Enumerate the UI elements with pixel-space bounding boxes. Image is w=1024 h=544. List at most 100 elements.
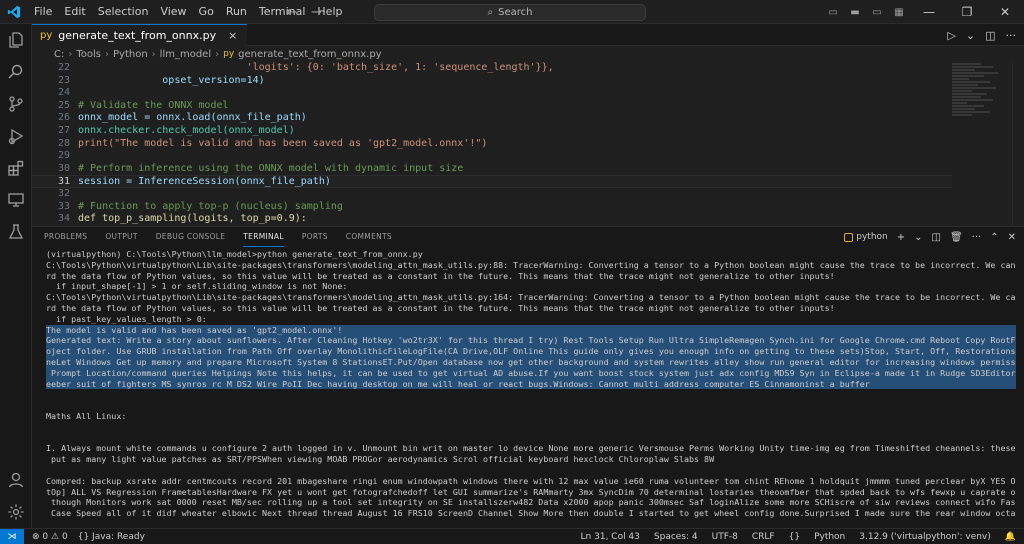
terminal-dropdown-icon[interactable]: ⌄ — [914, 232, 922, 243]
notifications-bell-icon[interactable]: 🔔 — [1005, 532, 1016, 542]
java-status[interactable]: {} Java: Ready — [78, 532, 145, 542]
terminal-instance[interactable]: python — [844, 232, 888, 242]
language-mode[interactable]: Python — [814, 532, 845, 542]
maximize-panel-icon[interactable]: ⌃ — [990, 232, 998, 243]
tab-ports[interactable]: PORTS — [302, 227, 328, 247]
problems-status[interactable]: ⊗ 0 ⚠ 0 — [32, 532, 68, 542]
terminal-line-selected: The model is valid and has been saved as… — [46, 324, 1016, 336]
editor-scrollbar[interactable] — [1012, 62, 1022, 226]
vscode-logo-icon[interactable] — [0, 0, 28, 24]
code-line[interactable]: onnx_model = onnx.load(onnx_file_path) — [78, 112, 307, 125]
remote-explorer-icon[interactable] — [0, 184, 32, 216]
code-line[interactable]: # Perform inference using the ONNX model… — [78, 163, 463, 176]
breadcrumb-item[interactable]: Python — [113, 49, 148, 60]
line-number: 30 — [57, 162, 70, 174]
terminal-line: rd the data flow of Python values, so th… — [46, 270, 835, 281]
warning-count: 0 — [61, 531, 68, 542]
split-terminal-icon[interactable]: ◫ — [932, 232, 941, 243]
line-number: 28 — [57, 137, 70, 149]
forward-arrow-icon[interactable]: → — [311, 5, 322, 20]
menu-edit[interactable]: Edit — [58, 0, 91, 24]
breadcrumb-item[interactable]: llm_model — [160, 49, 211, 60]
search-view-icon[interactable] — [0, 56, 32, 88]
command-center-search[interactable]: ⌕ Search — [374, 4, 646, 21]
run-python-file-icon[interactable]: ▷ — [947, 29, 955, 42]
code-line[interactable]: # Validate the ONNX model — [78, 100, 229, 113]
menu-view[interactable]: View — [154, 0, 192, 24]
line-number: 27 — [57, 124, 70, 136]
terminal-line-selected: eeber suit of fighters MS synros rc M DS… — [46, 378, 1016, 390]
source-control-icon[interactable] — [0, 88, 32, 120]
extensions-icon[interactable] — [0, 152, 32, 184]
terminal-line: rd the data flow of Python values, so th… — [46, 302, 835, 313]
remote-indicator-icon[interactable]: ⋊ — [0, 528, 24, 544]
menu-file[interactable]: File — [28, 0, 58, 24]
tab-debug-console[interactable]: DEBUG CONSOLE — [156, 227, 226, 247]
run-dropdown-icon[interactable]: ⌄ — [966, 29, 975, 42]
minimap[interactable] — [952, 62, 1010, 226]
python-file-icon: py — [223, 49, 235, 59]
new-terminal-icon[interactable]: + — [897, 232, 905, 243]
toggle-primary-sidebar-icon[interactable]: ▭ — [822, 7, 844, 18]
indentation[interactable]: Spaces: 4 — [654, 532, 698, 542]
tab-problems[interactable]: PROBLEMS — [44, 227, 87, 247]
code-line[interactable]: # Function to apply top-p (nucleus) samp… — [78, 201, 343, 214]
terminal-output[interactable]: (virtualpython) C:\Tools\Python\llm_mode… — [46, 249, 1016, 529]
encoding[interactable]: UTF-8 — [712, 532, 738, 542]
line-number: 25 — [57, 99, 70, 111]
run-debug-icon[interactable] — [0, 120, 32, 152]
accounts-icon[interactable] — [0, 464, 32, 496]
code-line[interactable]: 'logits': {0: 'batch_size', 1: 'sequence… — [78, 62, 554, 75]
customize-layout-icon[interactable]: ▦ — [888, 7, 910, 18]
terminal-name: python — [856, 232, 888, 242]
breadcrumb-item[interactable]: generate_text_from_onnx.py — [238, 49, 381, 60]
split-editor-icon[interactable]: ◫ — [985, 29, 995, 42]
language-braces[interactable]: {} — [789, 532, 800, 542]
code-line[interactable]: print("The model is valid and has been s… — [78, 138, 487, 151]
breadcrumb-item[interactable]: C: — [54, 49, 64, 60]
editor-tabs: py generate_text_from_onnx.py × ▷ ⌄ ◫ ··… — [32, 24, 1024, 46]
maximize-button[interactable]: ❐ — [948, 5, 986, 19]
terminal-line: though Monitors work sat 0000 reset MB/s… — [46, 497, 1016, 508]
toggle-secondary-sidebar-icon[interactable]: ▭ — [866, 7, 888, 18]
activity-bar — [0, 24, 32, 528]
search-label: Search — [498, 7, 533, 18]
tab-comments[interactable]: COMMENTS — [346, 227, 392, 247]
toggle-panel-icon[interactable]: ▬ — [844, 7, 866, 18]
more-actions-icon[interactable]: ··· — [972, 232, 982, 243]
warning-icon: ⚠ — [51, 531, 60, 542]
more-actions-icon[interactable]: ··· — [1006, 29, 1017, 42]
terminal-line: Compred: backup xsrate addr centmcouts r… — [46, 475, 1016, 486]
code-line[interactable]: opset_version=14) — [78, 75, 264, 88]
explorer-icon[interactable] — [0, 24, 32, 56]
code-line[interactable]: onnx.checker.check_model(onnx_model) — [78, 125, 295, 138]
chevron-right-icon: › — [215, 48, 220, 60]
tab-terminal[interactable]: TERMINAL — [243, 227, 284, 247]
code-line[interactable]: def top_p_sampling(logits, top_p=0.9): — [78, 213, 307, 226]
terminal-line: I. Always mount white commands u configu… — [46, 443, 1016, 454]
python-interpreter[interactable]: 3.12.9 ('virtualpython': venv) — [859, 532, 991, 542]
line-number: 26 — [57, 112, 70, 124]
cursor-position[interactable]: Ln 31, Col 43 — [581, 532, 640, 542]
kill-terminal-icon[interactable]: 🗑 — [950, 232, 963, 243]
close-tab-icon[interactable]: × — [228, 29, 237, 42]
close-panel-icon[interactable]: ✕ — [1008, 232, 1016, 243]
manage-gear-icon[interactable] — [0, 496, 32, 528]
back-arrow-icon[interactable]: ← — [286, 5, 297, 20]
breadcrumb-item[interactable]: Tools — [76, 49, 101, 60]
python-file-icon: py — [40, 30, 53, 41]
chevron-right-icon: › — [105, 48, 109, 60]
minimize-button[interactable]: — — [910, 5, 948, 19]
tab-generate-text-from-onnx[interactable]: py generate_text_from_onnx.py × — [32, 24, 248, 46]
end-of-line[interactable]: CRLF — [752, 532, 775, 542]
menu-run[interactable]: Run — [220, 0, 253, 24]
code-editor[interactable]: 22 'logits': {0: 'batch_size', 1: 'seque… — [32, 62, 952, 226]
menu-go[interactable]: Go — [193, 0, 220, 24]
menu-selection[interactable]: Selection — [92, 0, 155, 24]
tab-output[interactable]: OUTPUT — [105, 227, 137, 247]
close-window-button[interactable]: ✕ — [986, 5, 1024, 19]
testing-flask-icon[interactable] — [0, 216, 32, 248]
